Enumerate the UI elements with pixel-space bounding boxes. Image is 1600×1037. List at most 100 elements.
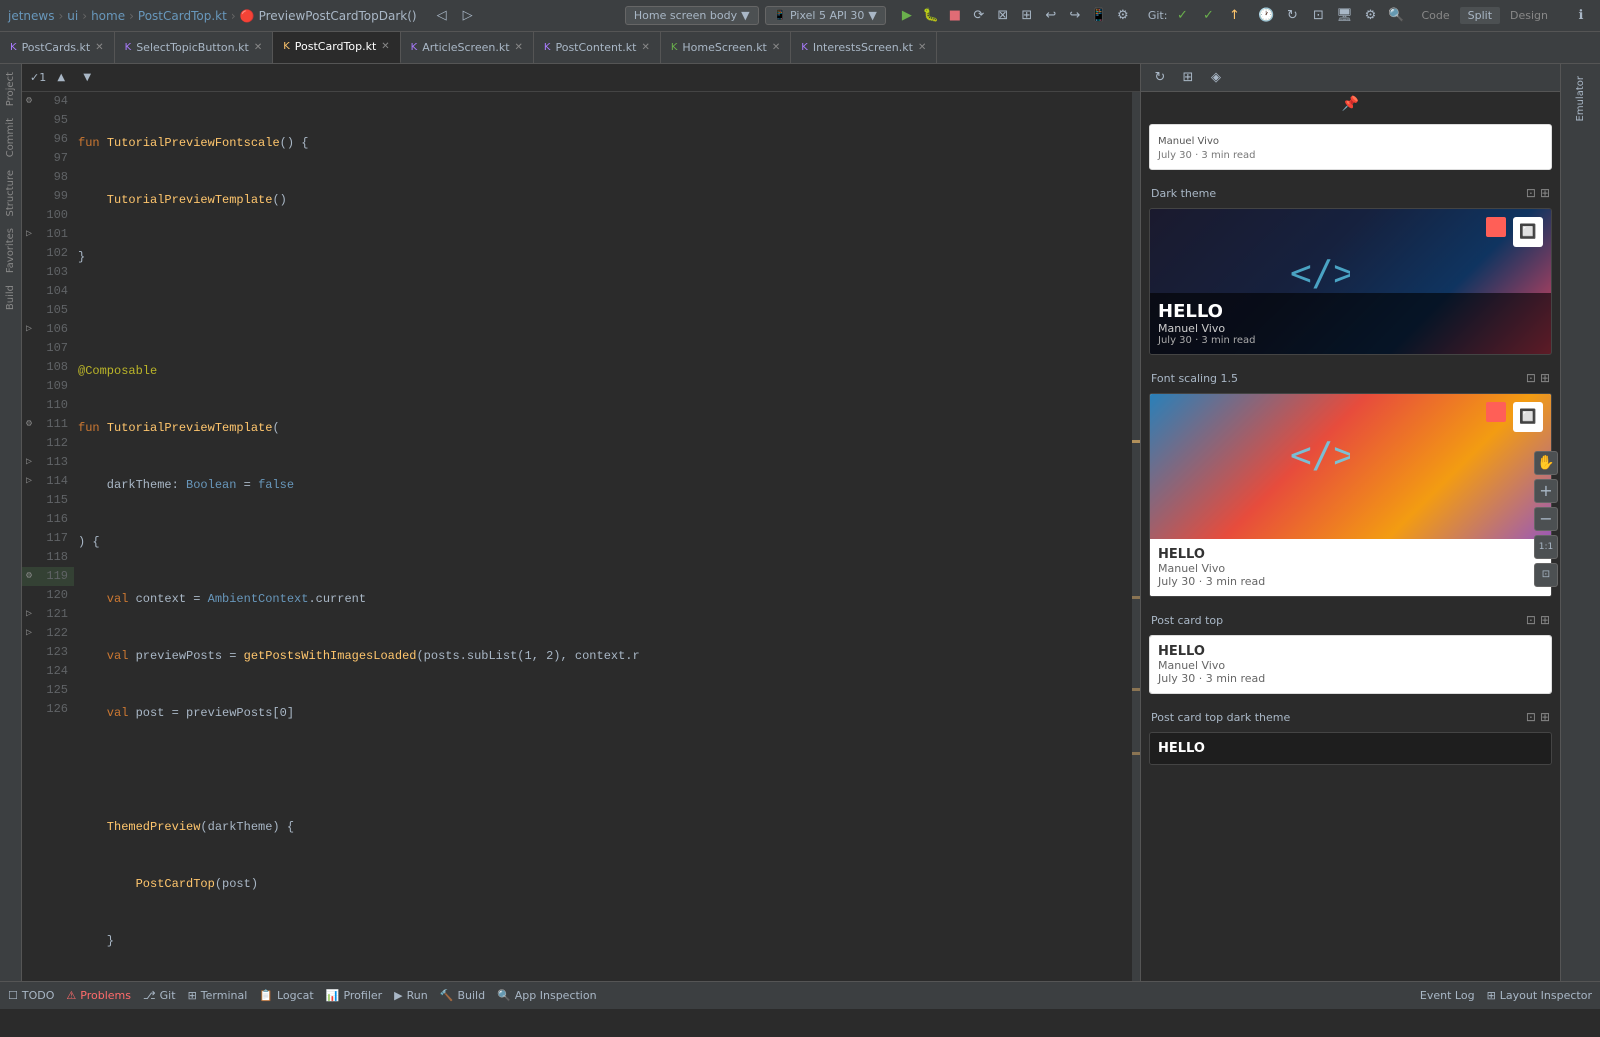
git-branch-icon[interactable]: ↑ [1223,5,1245,27]
git-push-icon[interactable]: ✓ [1197,5,1219,27]
font-scale-code-svg: </> [1290,435,1350,475]
zoom-reset-button[interactable]: ⊡ [1534,563,1558,587]
status-layout-inspector[interactable]: ⊞ Layout Inspector [1487,989,1592,1002]
preview-refresh-icon[interactable]: ↻ [1149,67,1171,89]
sidebar-commit[interactable]: Commit [3,114,18,161]
status-profiler[interactable]: 📊 Profiler [326,989,382,1002]
tab-article[interactable]: K ArticleScreen.kt ✕ [401,32,534,64]
sdk-icon[interactable]: ⚙ [1112,5,1134,27]
status-build[interactable]: 🔨 Build [440,989,485,1002]
font-scale-expand-icon[interactable]: ⊞ [1540,371,1550,385]
right-tab-emulator[interactable]: Emulator [1571,68,1590,129]
preview-layers-icon[interactable]: ◈ [1205,67,1227,89]
sidebar-structure[interactable]: Structure [3,166,18,221]
zoom-out-button[interactable]: − [1534,507,1558,531]
sidebar-project[interactable]: Project [3,68,18,110]
status-event-log[interactable]: Event Log [1420,989,1475,1002]
window-icon[interactable]: ⊡ [1307,5,1329,27]
debug-button[interactable]: 🐛 [920,5,942,27]
tab-homescreen-close[interactable]: ✕ [772,42,780,53]
breadcrumb-project[interactable]: jetnews [8,9,54,23]
run-button[interactable]: ▶ [896,5,918,27]
status-git[interactable]: ⎇ Git [143,989,176,1002]
zoom-fit-button[interactable]: 1:1 [1534,535,1558,559]
gutter-114[interactable]: ▷ [22,472,36,491]
status-app-inspection[interactable]: 🔍 App Inspection [497,989,597,1002]
gutter-121[interactable]: ▷ [22,605,36,624]
tab-interests[interactable]: K InterestsScreen.kt ✕ [791,32,937,64]
gutter-111[interactable]: ⚙ [22,415,36,434]
font-scale-author: Manuel Vivo [1158,562,1543,575]
clock-icon[interactable]: 🕐 [1255,5,1277,27]
postcardtop-dark-pin-icon[interactable]: ⊡ [1526,710,1536,724]
sidebar-build[interactable]: Build [3,281,18,314]
tab-postcards[interactable]: K PostCards.kt ✕ [0,32,115,64]
split-view-toggle[interactable]: Split [1460,7,1500,24]
preview-up-icon[interactable]: ▲ [50,67,72,89]
preview-down-icon[interactable]: ▼ [76,67,98,89]
preview-selector[interactable]: Home screen body ▼ [625,6,759,25]
reload-icon[interactable]: ↻ [1281,5,1303,27]
nav-fwd-icon[interactable]: ▷ [457,5,479,27]
gutter-101[interactable]: ▷ [22,225,36,244]
git-commit-icon[interactable]: ✓ [1171,5,1193,27]
tab-postcontent[interactable]: K PostContent.kt ✕ [534,32,661,64]
sidebar-favorites[interactable]: Favorites [3,224,18,277]
tab-article-close[interactable]: ✕ [515,42,523,53]
tab-postcards-close[interactable]: ✕ [95,42,103,53]
breadcrumb-home[interactable]: home [91,9,125,23]
design-view-toggle[interactable]: Design [1502,7,1556,24]
tab-postcardtop-close[interactable]: ✕ [381,41,389,52]
search-icon[interactable]: 🔍 [1385,5,1407,27]
layout-icon[interactable]: ⊞ [1016,5,1038,27]
nav-back-icon[interactable]: ◁ [431,5,453,27]
status-run[interactable]: ▶ Run [394,989,428,1002]
code-text[interactable]: fun TutorialPreviewFontscale() { Tutoria… [74,92,1140,981]
postcardtop-pin-icon[interactable]: ⊡ [1526,613,1536,627]
breadcrumb-file[interactable]: PostCardTop.kt [138,9,227,23]
status-terminal[interactable]: ⊞ Terminal [188,989,248,1002]
svg-text:</>: </> [1290,253,1350,293]
font-scale-image-bg: </> 🔲 [1150,394,1551,539]
device-selector[interactable]: 📱 Pixel 5 API 30 ▼ [765,6,886,25]
avd-icon[interactable]: 📱 [1088,5,1110,27]
tab-selecttopic-close[interactable]: ✕ [254,42,262,53]
gutter-113[interactable]: ▷ [22,453,36,472]
code-view-toggle[interactable]: Code [1413,7,1457,24]
dark-theme-expand-icon[interactable]: ⊞ [1540,186,1550,200]
scroll-mark-1 [1132,440,1140,443]
tab-interests-close[interactable]: ✕ [918,42,926,53]
linenum-115: 115 [36,491,74,510]
postcardtop-expand-icon[interactable]: ⊞ [1540,613,1550,627]
app-inspection-label: App Inspection [515,989,597,1002]
gutter-94[interactable]: ⚙ [22,92,36,111]
redo-icon[interactable]: ↪ [1064,5,1086,27]
breadcrumb-ui[interactable]: ui [67,9,78,23]
zoom-in-button[interactable]: + [1534,479,1558,503]
postcardtop-dark-expand-icon[interactable]: ⊞ [1540,710,1550,724]
pin-icon[interactable]: 📌 [1342,96,1359,112]
dark-theme-pin-icon[interactable]: ⊡ [1526,186,1536,200]
code-scrollbar[interactable] [1132,92,1140,981]
tab-selecttopic[interactable]: K SelectTopicButton.kt ✕ [115,32,274,64]
sync-icon[interactable]: ⟳ [968,5,990,27]
status-todo[interactable]: ☐ TODO [8,989,54,1002]
info-icon[interactable]: ℹ [1570,5,1592,27]
code-line-95: TutorialPreviewTemplate() [74,191,1140,210]
gutter-106[interactable]: ▷ [22,320,36,339]
drag-mode-button[interactable]: ✋ [1534,451,1558,475]
status-logcat[interactable]: 📋 Logcat [259,989,313,1002]
status-problems[interactable]: ⚠ Problems [66,989,131,1002]
gutter-119[interactable]: ⚙ [22,567,36,586]
monitor-icon[interactable]: 🖥 [1333,5,1355,27]
preview-grid-icon[interactable]: ⊞ [1177,67,1199,89]
font-scale-pin-icon[interactable]: ⊡ [1526,371,1536,385]
tab-homescreen[interactable]: K HomeScreen.kt ✕ [661,32,791,64]
bookmark-icon[interactable]: ⊠ [992,5,1014,27]
undo-icon[interactable]: ↩ [1040,5,1062,27]
tab-postcardtop[interactable]: K PostCardTop.kt ✕ [273,32,400,64]
gutter-122[interactable]: ▷ [22,624,36,643]
tab-postcontent-close[interactable]: ✕ [641,42,649,53]
settings2-icon[interactable]: ⚙ [1359,5,1381,27]
stop-button[interactable]: ■ [944,5,966,27]
